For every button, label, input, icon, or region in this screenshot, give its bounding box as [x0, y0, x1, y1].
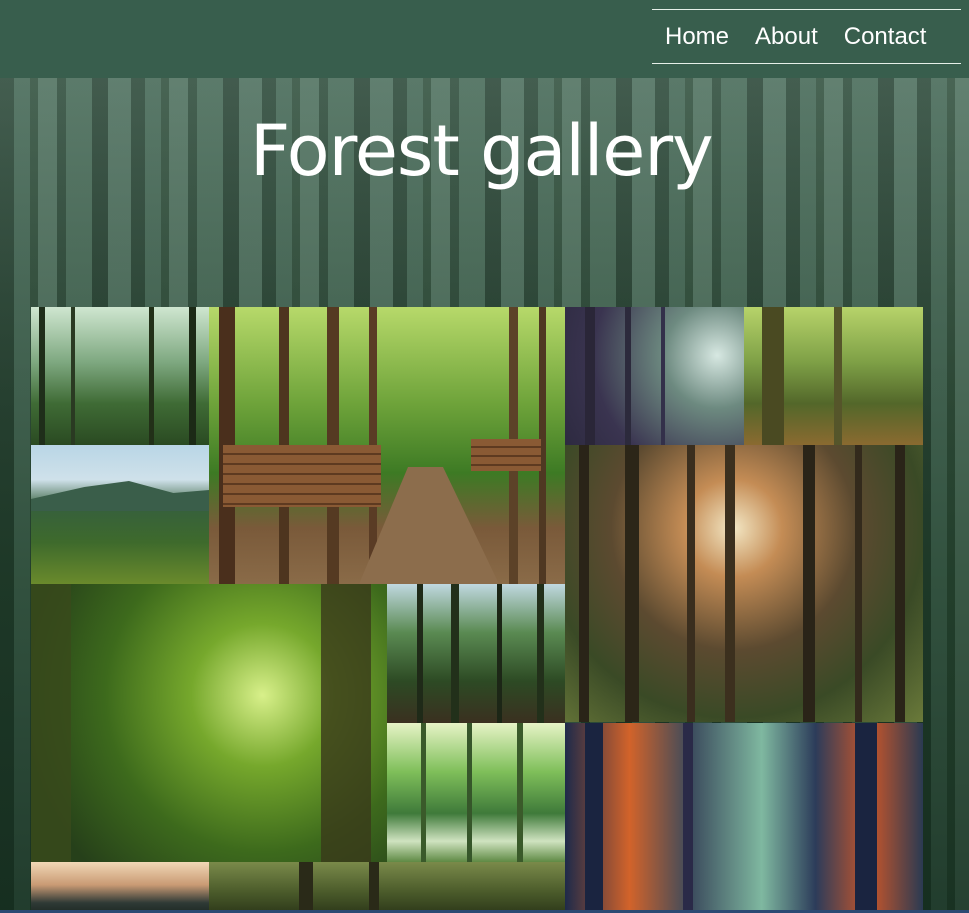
- dense-forest-photo[interactable]: [387, 584, 565, 723]
- old-oak-trees-photo[interactable]: [744, 307, 923, 445]
- page-title: Forest gallery: [250, 110, 714, 192]
- main-nav: Home About Contact: [652, 9, 961, 64]
- misty-forest-photo[interactable]: [565, 307, 744, 445]
- nav-contact-link[interactable]: Contact: [844, 22, 927, 51]
- forest-path-logs-photo[interactable]: [209, 307, 565, 584]
- tree-trunks-photo[interactable]: [209, 862, 565, 913]
- nav-home-link[interactable]: Home: [665, 22, 729, 51]
- sunset-mountain-photo[interactable]: [31, 862, 209, 913]
- bright-green-forest-photo[interactable]: [387, 723, 565, 862]
- photo-gallery: [31, 307, 923, 913]
- mountain-forest-photo[interactable]: [31, 445, 209, 584]
- forest-photo-1[interactable]: [31, 307, 209, 445]
- green-tree-tunnel-photo[interactable]: [31, 584, 387, 862]
- nav-about-link[interactable]: About: [755, 22, 818, 51]
- sunlit-forest-photo[interactable]: [565, 445, 923, 722]
- header-bar: Home About Contact: [0, 0, 969, 78]
- autumn-forest-photo[interactable]: [565, 723, 923, 913]
